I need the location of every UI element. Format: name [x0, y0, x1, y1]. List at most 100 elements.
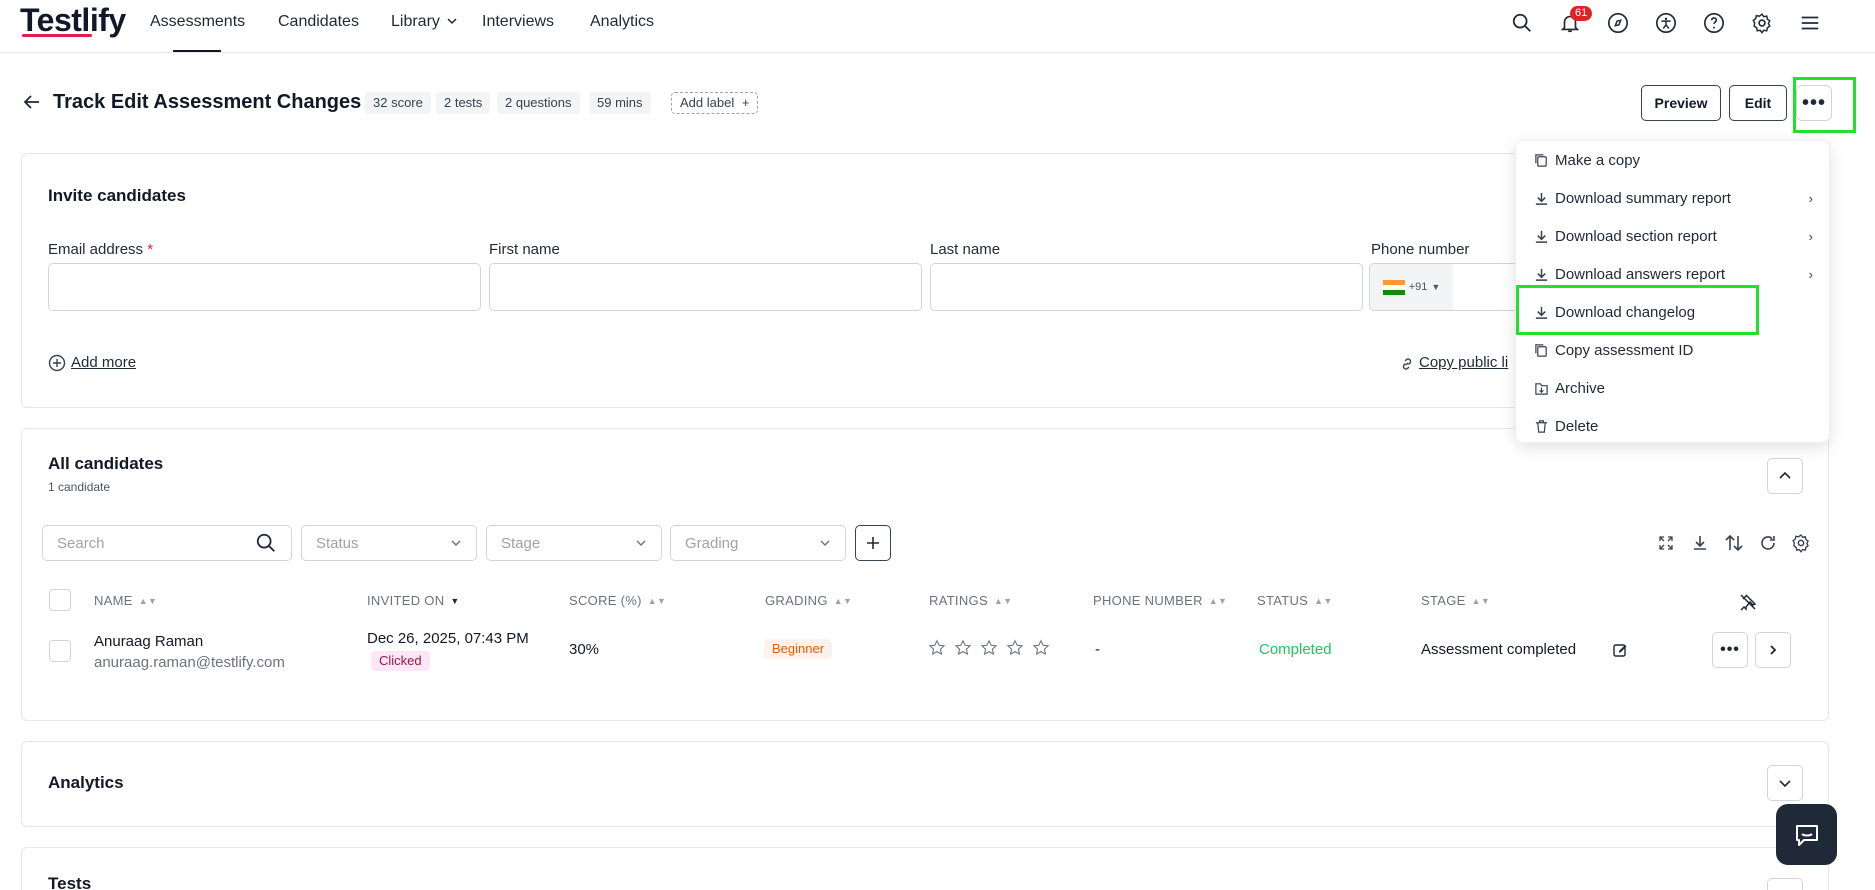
- grading-badge: Beginner: [764, 639, 833, 659]
- chat-support-button[interactable]: [1776, 804, 1837, 865]
- country-code-text: +91: [1408, 281, 1428, 293]
- gear-icon[interactable]: [1790, 532, 1812, 554]
- select-all-checkbox[interactable]: [49, 589, 71, 611]
- compass-icon[interactable]: [1605, 10, 1631, 36]
- country-code-select[interactable]: +91 ▼: [1369, 263, 1454, 311]
- column-ratings-label: RATINGS: [929, 593, 988, 608]
- add-more-link[interactable]: Add more: [71, 354, 136, 371]
- first-name-field[interactable]: [489, 263, 922, 311]
- search-input[interactable]: Search: [42, 525, 292, 561]
- stage-filter[interactable]: Stage: [486, 525, 662, 561]
- phone-label: Phone number: [1371, 241, 1470, 258]
- candidate-name[interactable]: Anuraag Raman: [94, 633, 203, 650]
- expand-icon[interactable]: [1655, 532, 1677, 554]
- top-navbar: Testlify Assessments Candidates Library …: [0, 0, 1875, 53]
- star-icon[interactable]: [1006, 639, 1024, 661]
- column-score-label: SCORE (%): [569, 593, 642, 608]
- expand-analytics-button[interactable]: [1767, 765, 1803, 801]
- row-more-options-button[interactable]: •••: [1712, 632, 1748, 668]
- add-label-button[interactable]: Add label +: [671, 92, 759, 114]
- unpin-columns-icon[interactable]: [1738, 592, 1758, 616]
- invite-status-badge: Clicked: [371, 651, 430, 671]
- refresh-icon[interactable]: [1757, 532, 1779, 554]
- help-icon[interactable]: [1701, 10, 1727, 36]
- search-placeholder: Search: [57, 534, 105, 552]
- nav-analytics[interactable]: Analytics: [590, 13, 654, 31]
- column-header-ratings[interactable]: RATINGS ▲▼: [929, 593, 1012, 608]
- india-flag-icon: [1382, 279, 1405, 295]
- star-icon[interactable]: [954, 639, 972, 661]
- download-icon: [1533, 190, 1549, 206]
- email-label-text: Email address: [48, 241, 144, 258]
- nav-active-indicator: [173, 50, 221, 52]
- column-header-phone[interactable]: PHONE NUMBER ▲▼: [1093, 593, 1227, 608]
- column-stage-label: STAGE: [1421, 593, 1466, 608]
- last-name-field[interactable]: [930, 263, 1363, 311]
- menu-item-download-section-report[interactable]: Download section report ›: [1516, 217, 1831, 255]
- column-header-name[interactable]: NAME ▲▼: [94, 593, 157, 608]
- edit-stage-icon[interactable]: [1612, 642, 1628, 662]
- star-icon[interactable]: [928, 639, 946, 661]
- gear-icon[interactable]: [1749, 10, 1775, 36]
- copy-public-link[interactable]: Copy public li: [1419, 354, 1508, 371]
- edit-button[interactable]: Edit: [1729, 85, 1787, 121]
- menu-item-label: Download answers report: [1555, 265, 1726, 283]
- menu-item-label: Delete: [1555, 417, 1599, 435]
- copy-icon: [1533, 342, 1549, 358]
- hamburger-menu-icon[interactable]: [1797, 10, 1823, 36]
- status-filter[interactable]: Status: [301, 525, 477, 561]
- column-phone-label: PHONE NUMBER: [1093, 593, 1203, 608]
- column-header-stage[interactable]: STAGE ▲▼: [1421, 593, 1490, 608]
- plus-circle-icon[interactable]: [48, 354, 66, 372]
- nav-assessments[interactable]: Assessments: [150, 13, 245, 31]
- preview-button[interactable]: Preview: [1641, 85, 1721, 121]
- column-header-grading[interactable]: GRADING ▲▼: [765, 593, 852, 608]
- nav-library[interactable]: Library: [391, 13, 457, 31]
- menu-item-archive[interactable]: Archive: [1516, 369, 1831, 407]
- copy-icon: [1533, 152, 1549, 168]
- column-header-invited-on[interactable]: INVITED ON ▼: [367, 593, 460, 608]
- analytics-card: Analytics: [21, 741, 1829, 827]
- menu-item-copy-assessment-id[interactable]: Copy assessment ID: [1516, 331, 1831, 369]
- star-icon[interactable]: [980, 639, 998, 661]
- link-icon[interactable]: [1399, 356, 1415, 376]
- rating-stars[interactable]: [928, 639, 1050, 661]
- column-header-score[interactable]: SCORE (%) ▲▼: [569, 593, 666, 608]
- nav-library-label: Library: [391, 13, 440, 30]
- nav-candidates[interactable]: Candidates: [278, 13, 359, 31]
- search-icon[interactable]: [1509, 10, 1535, 36]
- collapse-candidates-button[interactable]: [1767, 458, 1803, 494]
- plus-icon: [867, 537, 879, 549]
- status-filter-label: Status: [316, 534, 359, 552]
- star-icon[interactable]: [1032, 639, 1050, 661]
- accessibility-icon[interactable]: [1653, 10, 1679, 36]
- chevron-right-icon: [1770, 645, 1777, 655]
- score-value: 30%: [569, 641, 600, 658]
- add-filter-button[interactable]: [855, 525, 891, 561]
- grading-filter-label: Grading: [685, 534, 739, 552]
- back-arrow-icon[interactable]: [22, 92, 42, 116]
- menu-item-make-copy[interactable]: Make a copy: [1516, 141, 1831, 179]
- column-header-status[interactable]: STATUS ▲▼: [1257, 593, 1333, 608]
- sort-icon[interactable]: [1723, 532, 1745, 554]
- tests-title: Tests: [48, 874, 92, 890]
- expand-tests-button[interactable]: [1767, 878, 1803, 890]
- stage-filter-label: Stage: [501, 534, 541, 552]
- trash-icon: [1533, 418, 1549, 434]
- chevron-down-icon: [447, 18, 457, 25]
- sort-desc-icon: ▼: [450, 595, 460, 606]
- nav-interviews[interactable]: Interviews: [482, 13, 554, 31]
- email-field[interactable]: [48, 263, 481, 311]
- logo-underline: [22, 34, 92, 37]
- download-icon[interactable]: [1689, 532, 1711, 554]
- grading-filter[interactable]: Grading: [670, 525, 846, 561]
- chevron-right-icon: ›: [1808, 190, 1813, 206]
- row-checkbox[interactable]: [49, 640, 71, 662]
- open-candidate-button[interactable]: [1755, 632, 1791, 668]
- tests-card: Tests: [21, 847, 1829, 890]
- menu-item-download-summary-report[interactable]: Download summary report ›: [1516, 179, 1831, 217]
- menu-item-delete[interactable]: Delete: [1516, 407, 1831, 445]
- email-label: Email address *: [48, 241, 153, 258]
- chevron-down-icon: [1779, 780, 1791, 788]
- status-value: Completed: [1259, 641, 1332, 658]
